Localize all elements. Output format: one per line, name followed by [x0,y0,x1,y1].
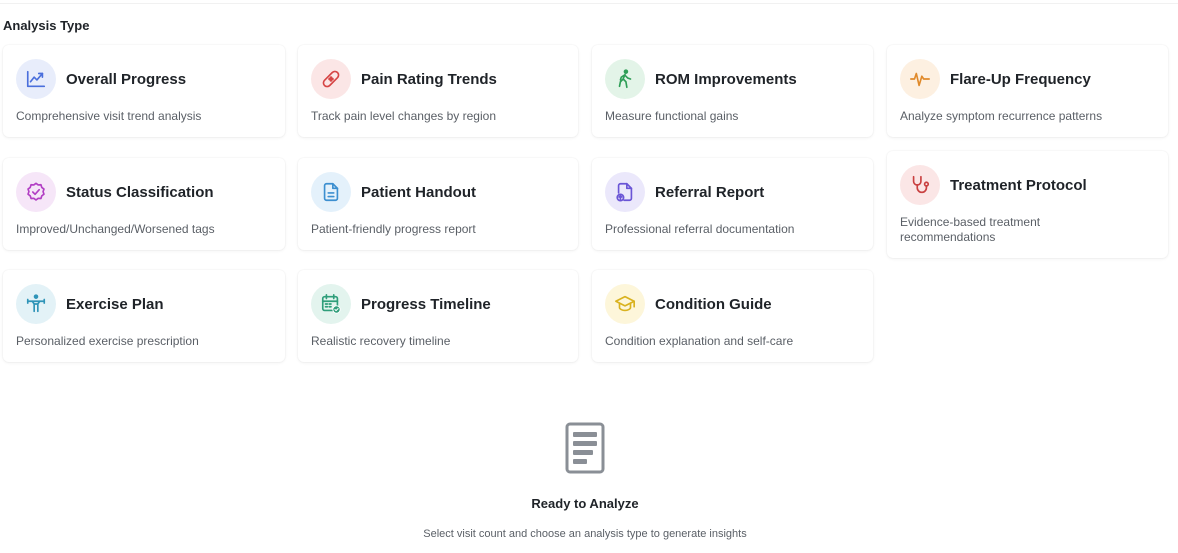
card-title: Treatment Protocol [950,177,1087,194]
card-description: Measure functional gains [605,109,739,123]
graduation-cap-icon [605,284,645,324]
card-title: ROM Improvements [655,71,797,88]
walking-icon [605,59,645,99]
card-title: Referral Report [655,184,765,201]
card-description: Evidence-based treatment recommendations [900,215,1041,244]
card-description: Track pain level changes by region [311,109,496,123]
top-divider [0,0,1178,4]
card-description: Patient-friendly progress report [311,222,476,236]
card-title: Patient Handout [361,184,476,201]
card-progress-timeline[interactable]: Progress Timeline Realistic recovery tim… [298,270,578,362]
empty-state-title: Ready to Analyze [531,496,639,511]
card-description: Condition explanation and self-care [605,334,794,348]
stethoscope-icon [900,165,940,205]
document-icon [311,172,351,212]
card-description: Improved/Unchanged/Worsened tags [16,222,215,236]
badge-check-icon [16,172,56,212]
card-title: Overall Progress [66,71,187,88]
card-rom-improvements[interactable]: ROM Improvements Measure functional gain… [592,45,873,137]
card-referral-report[interactable]: Referral Report Professional referral do… [592,158,873,250]
card-treatment-protocol[interactable]: Treatment Protocol Evidence-based treatm… [887,151,1168,258]
card-title: Condition Guide [655,296,772,313]
card-description: Comprehensive visit trend analysis [16,109,202,123]
weightlifting-icon [16,284,56,324]
card-flare-up-frequency[interactable]: Flare-Up Frequency Analyze symptom recur… [887,45,1168,137]
card-description: Personalized exercise prescription [16,334,199,348]
calendar-check-icon [311,284,351,324]
card-pain-rating-trends[interactable]: Pain Rating Trends Track pain level chan… [298,45,578,137]
card-title: Flare-Up Frequency [950,71,1091,88]
empty-state: Ready to Analyze Select visit count and … [0,420,1170,540]
card-status-classification[interactable]: Status Classification Improved/Unchanged… [3,158,285,250]
card-title: Exercise Plan [66,296,164,313]
card-title: Progress Timeline [361,296,491,313]
card-exercise-plan[interactable]: Exercise Plan Personalized exercise pres… [3,270,285,362]
file-upload-icon [605,172,645,212]
bandage-icon [311,59,351,99]
card-description: Professional referral documentation [605,222,795,236]
card-patient-handout[interactable]: Patient Handout Patient-friendly progres… [298,158,578,250]
card-overall-progress[interactable]: Overall Progress Comprehensive visit tre… [3,45,285,137]
section-title: Analysis Type [3,18,90,33]
card-description: Realistic recovery timeline [311,334,451,348]
trending-up-icon [16,59,56,99]
card-title: Pain Rating Trends [361,71,497,88]
card-title: Status Classification [66,184,214,201]
card-description: Analyze symptom recurrence patterns [900,109,1103,123]
analysis-page: Analysis Type Overall Progress Comprehen… [0,0,1178,553]
pulse-icon [900,59,940,99]
report-document-icon [565,422,605,474]
card-condition-guide[interactable]: Condition Guide Condition explanation an… [592,270,873,362]
empty-state-subtitle: Select visit count and choose an analysi… [423,528,747,540]
